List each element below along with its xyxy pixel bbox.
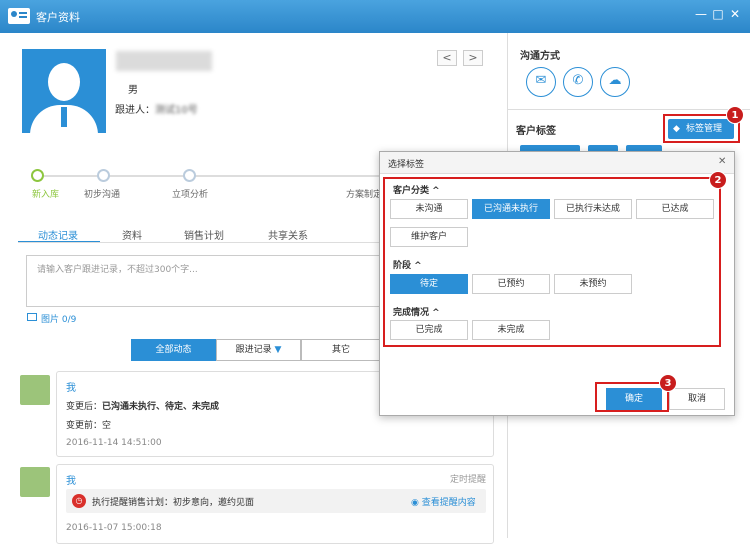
filter-follow-button[interactable]: 跟进记录 ▼ bbox=[216, 339, 301, 361]
annotation-badge-2: 2 bbox=[709, 171, 727, 189]
tab-sharing[interactable]: 共享关系 bbox=[268, 227, 308, 242]
avatar-tie-icon bbox=[61, 107, 67, 127]
avatar-head-icon bbox=[48, 63, 80, 101]
feed-card-2: 我 定时提醒 ◷ 执行提醒销售计划：初步意向，邀约见面 ◉ 查看提醒内容 201… bbox=[56, 464, 494, 544]
close-button[interactable]: ✕ bbox=[728, 6, 742, 22]
feed-change-after: 变更后：已沟通未执行、待定、未完成 bbox=[66, 402, 220, 412]
prev-customer-button[interactable]: < bbox=[437, 50, 457, 66]
filter-follow-label: 跟进记录 bbox=[235, 345, 272, 355]
dialog-title: 选择标签 bbox=[388, 160, 425, 170]
user-avatar-thumb-2 bbox=[20, 467, 50, 497]
customer-tags-title: 客户标签 bbox=[516, 126, 556, 137]
step-dot-3[interactable] bbox=[183, 169, 196, 182]
dropdown-arrow-icon: ▼ bbox=[274, 345, 282, 355]
reminder-text: 执行提醒销售计划：初步意向，邀约见面 bbox=[92, 498, 255, 508]
annotation-box-3 bbox=[595, 382, 669, 412]
filter-other-button[interactable]: 其它 bbox=[301, 339, 381, 361]
tab-activity[interactable]: 动态记录 bbox=[38, 227, 78, 242]
maximize-button[interactable]: □ bbox=[711, 6, 725, 22]
user-avatar-thumb bbox=[20, 375, 50, 405]
dialog-header bbox=[380, 152, 734, 174]
image-icon[interactable] bbox=[27, 313, 37, 321]
step-label-2: 初步沟通 bbox=[84, 190, 121, 200]
step-label-1: 新入库 bbox=[32, 190, 60, 200]
divider bbox=[508, 109, 750, 110]
customer-gender: 男 bbox=[128, 85, 138, 96]
minimize-button[interactable]: — bbox=[694, 6, 708, 22]
cloud-icon[interactable]: ☁ bbox=[600, 67, 630, 97]
feed-timestamp-2: 2016-11-07 15:00:18 bbox=[66, 523, 162, 533]
tab-sales-plan[interactable]: 销售计划 bbox=[184, 227, 224, 242]
feed-timestamp: 2016-11-14 14:51:00 bbox=[66, 438, 162, 448]
alarm-clock-icon: ◷ bbox=[72, 494, 86, 508]
progress-track bbox=[44, 175, 384, 177]
image-upload-label[interactable]: 图片 0/9 bbox=[41, 312, 76, 325]
title-bar: 客户资料 — □ ✕ bbox=[0, 0, 750, 33]
dialog-close-button[interactable]: ✕ bbox=[718, 156, 726, 167]
annotation-box-2 bbox=[383, 177, 721, 347]
feed-user-name-2[interactable]: 我 bbox=[66, 472, 76, 487]
step-dot-2[interactable] bbox=[97, 169, 110, 182]
window-title: 客户资料 bbox=[36, 11, 80, 24]
contact-methods-title: 沟通方式 bbox=[520, 51, 560, 62]
filter-all-button[interactable]: 全部动态 bbox=[131, 339, 216, 361]
step-label-3: 立项分析 bbox=[172, 190, 209, 200]
feed-user-name[interactable]: 我 bbox=[66, 379, 76, 394]
follower-label: 跟进人： bbox=[115, 105, 155, 116]
avatar bbox=[22, 49, 106, 133]
annotation-badge-3: 3 bbox=[659, 374, 677, 392]
reminder-tag: 定时提醒 bbox=[450, 475, 487, 485]
eye-icon: ◉ bbox=[411, 498, 422, 508]
view-reminder-link[interactable]: ◉ 查看提醒内容 bbox=[411, 495, 476, 508]
reminder-box: ◷ 执行提醒销售计划：初步意向，邀约见面 ◉ 查看提醒内容 bbox=[66, 489, 486, 513]
next-customer-button[interactable]: > bbox=[463, 50, 483, 66]
customer-name-blurred bbox=[116, 51, 212, 71]
phone-icon[interactable]: ✆ bbox=[563, 67, 593, 97]
message-icon[interactable]: ✉ bbox=[526, 67, 556, 97]
tab-profile[interactable]: 资料 bbox=[122, 227, 142, 242]
feed-change-before: 变更前：空 bbox=[66, 421, 112, 431]
step-dot-1[interactable] bbox=[31, 169, 44, 182]
record-input[interactable]: 请输入客户跟进记录，不超过300个字... bbox=[26, 255, 382, 307]
contact-card-icon bbox=[8, 8, 30, 24]
step-label-4: 方案制定 bbox=[346, 190, 383, 200]
annotation-badge-1: 1 bbox=[726, 106, 744, 124]
cancel-button[interactable]: 取消 bbox=[669, 388, 725, 410]
follower-value: 测试10号 bbox=[155, 105, 198, 116]
